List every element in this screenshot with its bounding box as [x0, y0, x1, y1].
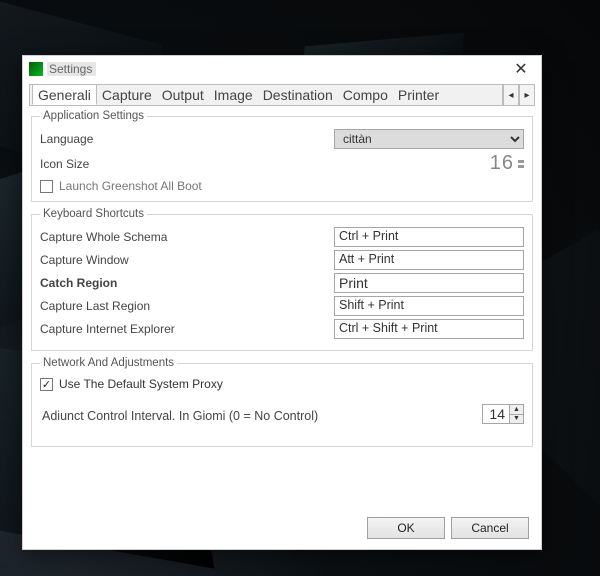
shortcut-label: Capture Internet Explorer: [40, 322, 210, 336]
tab-output[interactable]: Output: [157, 85, 209, 105]
shortcut-input-region[interactable]: Print: [334, 273, 524, 293]
tab-compo[interactable]: Compo: [338, 85, 393, 105]
application-settings-group: Application Settings Language cittàn Ico…: [31, 110, 533, 202]
language-select[interactable]: cittàn: [334, 129, 524, 149]
interval-spinner[interactable]: 14 ▲ ▼: [482, 404, 524, 424]
shortcut-input-whole[interactable]: Ctrl + Print: [334, 227, 524, 247]
keyboard-shortcuts-group: Keyboard Shortcuts Capture Whole Schema …: [31, 208, 533, 351]
interval-value: 14: [483, 405, 509, 423]
shortcut-label: Catch Region: [40, 276, 210, 290]
shortcut-input-window[interactable]: Att + Print: [334, 250, 524, 270]
shortcut-label: Capture Window: [40, 253, 210, 267]
icon-size-spinner[interactable]: [518, 160, 524, 168]
app-icon: [29, 62, 43, 76]
desktop-background: Settings ✕ Generali Capture Output Image…: [0, 0, 600, 576]
spinner-up-icon[interactable]: ▲: [510, 405, 523, 415]
close-icon: ✕: [514, 59, 527, 79]
close-button[interactable]: ✕: [507, 59, 535, 79]
spinner-down-icon[interactable]: ▼: [510, 415, 523, 424]
application-settings-legend: Application Settings: [40, 110, 147, 122]
interval-label: Adiunct Control Interval. In Giomi (0 = …: [42, 409, 480, 423]
tab-strip: Generali Capture Output Image Destinatio…: [29, 84, 503, 106]
launch-at-boot-label: Launch Greenshot All Boot: [59, 179, 202, 193]
shortcut-label: Capture Last Region: [40, 299, 210, 313]
window-title: Settings: [47, 62, 96, 76]
tab-generali[interactable]: Generali: [32, 84, 97, 105]
tab-scroll-left[interactable]: ◂: [503, 84, 519, 106]
tab-printer[interactable]: Printer: [393, 85, 444, 105]
shortcut-input-ie[interactable]: Ctrl + Shift + Print: [334, 319, 524, 339]
icon-size-label: Icon Size: [40, 157, 210, 171]
network-legend: Network And Adjustments: [40, 357, 177, 369]
settings-window: Settings ✕ Generali Capture Output Image…: [22, 55, 542, 550]
launch-at-boot-checkbox[interactable]: [40, 180, 53, 193]
tab-content: Application Settings Language cittàn Ico…: [23, 106, 541, 509]
tabs: Generali Capture Output Image Destinatio…: [29, 84, 535, 106]
icon-size-value: 16: [490, 152, 514, 175]
dialog-buttons: OK Cancel: [23, 509, 541, 549]
language-label: Language: [40, 132, 210, 146]
tab-capture[interactable]: Capture: [97, 85, 157, 105]
ok-button[interactable]: OK: [367, 517, 445, 539]
cancel-button[interactable]: Cancel: [451, 517, 529, 539]
shortcut-input-last-region[interactable]: Shift + Print: [334, 296, 524, 316]
use-system-proxy-checkbox[interactable]: ✓: [40, 378, 53, 391]
keyboard-shortcuts-legend: Keyboard Shortcuts: [40, 208, 147, 220]
network-group: Network And Adjustments ✓ Use The Defaul…: [31, 357, 533, 447]
tab-scroll-right[interactable]: ▸: [519, 84, 535, 106]
tab-destination[interactable]: Destination: [258, 85, 338, 105]
titlebar: Settings ✕: [23, 56, 541, 82]
use-system-proxy-label: Use The Default System Proxy: [59, 377, 223, 391]
tab-image[interactable]: Image: [209, 85, 258, 105]
shortcut-label: Capture Whole Schema: [40, 230, 210, 244]
